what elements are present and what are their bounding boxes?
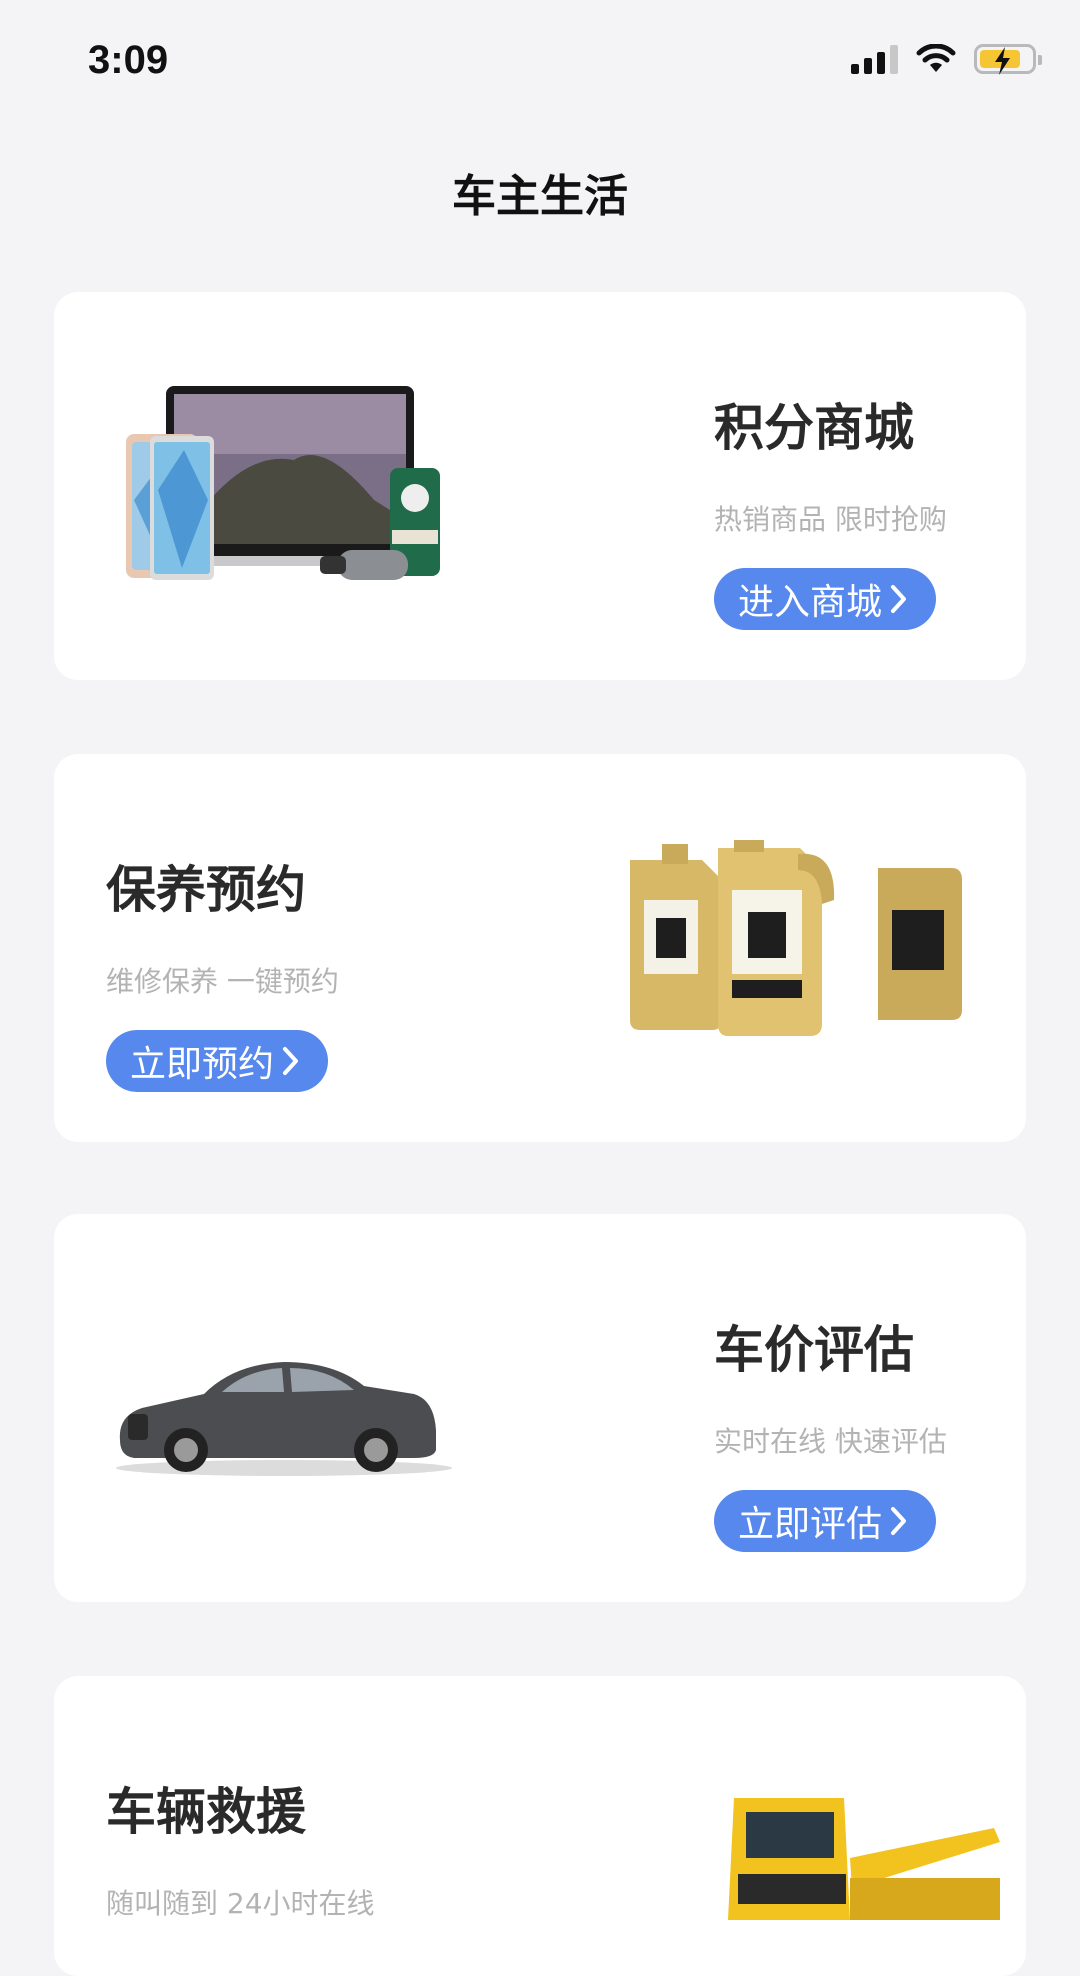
card-car-valuation[interactable]: 车价评估 实时在线 快速评估 立即评估 bbox=[54, 1214, 1026, 1602]
card-points-mall[interactable]: 积分商城 热销商品 限时抢购 进入商城 bbox=[54, 292, 1026, 680]
wifi-icon bbox=[916, 44, 956, 72]
motor-oil-bottles-image bbox=[630, 840, 962, 1036]
card-subtitle: 热销商品 限时抢购 bbox=[714, 503, 947, 536]
card-subtitle: 实时在线 快速评估 bbox=[714, 1425, 947, 1458]
electronics-products-image bbox=[126, 386, 440, 580]
status-icons bbox=[851, 44, 1042, 75]
cellular-signal-icon bbox=[851, 44, 898, 74]
card-points-mall-text: 积分商城 热销商品 限时抢购 进入商城 bbox=[714, 388, 947, 630]
chevron-right-icon bbox=[891, 585, 907, 613]
button-label: 立即评估 bbox=[738, 1504, 883, 1545]
card-title: 车辆救援 bbox=[106, 1783, 306, 1841]
status-bar: 3:09 bbox=[0, 0, 1080, 130]
card-car-valuation-text: 车价评估 实时在线 快速评估 立即评估 bbox=[714, 1310, 947, 1552]
sedan-car-image bbox=[116, 1362, 452, 1476]
battery-charging-icon bbox=[974, 44, 1042, 75]
card-maintenance-booking[interactable]: 保养预约 维修保养 一键预约 立即预约 bbox=[54, 754, 1026, 1142]
card-title: 积分商城 bbox=[714, 399, 914, 457]
enter-mall-button[interactable]: 进入商城 bbox=[714, 568, 937, 630]
card-subtitle: 随叫随到 24小时在线 bbox=[106, 1887, 375, 1920]
button-label: 立即预约 bbox=[130, 1044, 275, 1085]
chevron-right-icon bbox=[283, 1047, 299, 1075]
card-roadside-rescue[interactable]: 车辆救援 随叫随到 24小时在线 bbox=[54, 1676, 1026, 1976]
card-subtitle: 维修保养 一键预约 bbox=[106, 965, 339, 998]
book-now-button[interactable]: 立即预约 bbox=[106, 1030, 329, 1092]
status-time: 3:09 bbox=[88, 38, 169, 82]
card-title: 车价评估 bbox=[714, 1321, 914, 1379]
chevron-right-icon bbox=[891, 1507, 907, 1535]
card-rescue-text: 车辆救援 随叫随到 24小时在线 bbox=[106, 1772, 375, 1922]
card-maintenance-text: 保养预约 维修保养 一键预约 立即预约 bbox=[106, 850, 339, 1092]
evaluate-now-button[interactable]: 立即评估 bbox=[714, 1490, 937, 1552]
card-title: 保养预约 bbox=[106, 861, 306, 919]
page-title: 车主生活 bbox=[452, 171, 628, 222]
tow-truck-image bbox=[728, 1798, 1000, 1920]
button-label: 进入商城 bbox=[738, 582, 883, 623]
